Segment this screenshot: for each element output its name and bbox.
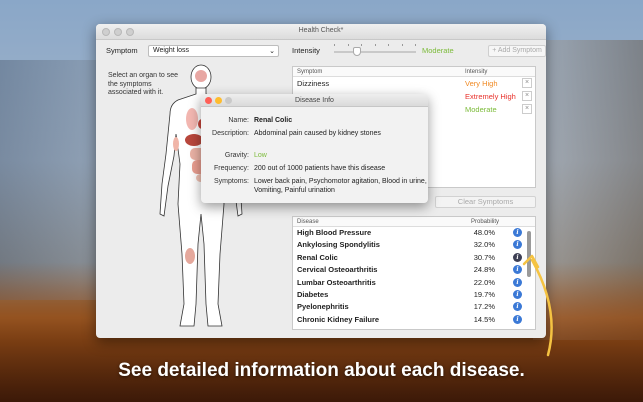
disease-probability: 22.0% bbox=[473, 277, 495, 287]
disease-info-titlebar: Disease Info bbox=[201, 94, 428, 107]
disease-info-title: Disease Info bbox=[295, 97, 334, 104]
description-label: Description: bbox=[212, 130, 249, 137]
disease-row[interactable]: Chronic Kidney Failure 14.5% i bbox=[293, 314, 535, 326]
diseases-table: Disease Probability High Blood Pressure 4… bbox=[292, 216, 536, 330]
frequency-label: Frequency: bbox=[213, 165, 249, 172]
caption-text: See detailed information about each dise… bbox=[118, 360, 525, 381]
disease-name: Pyelonephritis bbox=[297, 302, 349, 312]
symptoms-label: Symptoms: bbox=[213, 178, 249, 185]
intensity-value: Moderate bbox=[422, 46, 454, 55]
disease-row[interactable]: Lumbar Osteoarthritis 22.0% i bbox=[293, 277, 535, 289]
remove-symptom-button[interactable]: × bbox=[522, 104, 532, 114]
remove-symptom-button[interactable]: × bbox=[522, 91, 532, 101]
intensity-slider-ticks bbox=[334, 44, 416, 47]
symptom-column-header[interactable]: Symptom bbox=[297, 69, 322, 75]
disease-name: Lumbar Osteoarthritis bbox=[297, 277, 376, 287]
disease-name: Diabetes bbox=[297, 289, 329, 299]
disease-symptoms-line1: Lower back pain, Psychomotor agitation, … bbox=[254, 178, 427, 185]
disease-name: Renal Colic bbox=[254, 117, 293, 124]
probability-column-header[interactable]: Probability bbox=[471, 219, 499, 225]
symptom-intensity: Moderate bbox=[465, 105, 497, 114]
disease-name: Cervical Osteoarthritis bbox=[297, 265, 378, 275]
chevron-down-icon: ⌄ bbox=[269, 48, 275, 55]
disease-info-window: Disease Info Name: Renal Colic Descripti… bbox=[201, 94, 428, 203]
symptom-intensity: Extremely High bbox=[465, 92, 516, 101]
disease-probability: 30.7% bbox=[473, 252, 495, 262]
disease-name: Ankylosing Spondylitis bbox=[297, 240, 380, 250]
symptom-name: Dizziness bbox=[297, 79, 330, 88]
clear-symptoms-button[interactable]: Clear Symptoms bbox=[435, 196, 536, 208]
disease-frequency: 200 out of 1000 patients have this disea… bbox=[254, 165, 386, 172]
disease-probability: 14.5% bbox=[473, 314, 495, 324]
info-icon[interactable]: i bbox=[513, 240, 522, 250]
intensity-slider[interactable] bbox=[334, 47, 416, 56]
disease-symptoms-line2: Vomiting, Painful urination bbox=[254, 187, 335, 194]
disease-column-header[interactable]: Disease bbox=[297, 219, 319, 225]
disease-row[interactable]: Pyelonephritis 17.2% i bbox=[293, 301, 535, 313]
add-symptom-button[interactable]: + Add Symptom bbox=[488, 45, 546, 57]
toolbar: Symptom Weight loss ⌄ Intensity Moderate… bbox=[106, 44, 546, 59]
disease-probability: 24.8% bbox=[473, 265, 495, 275]
disease-name: Chronic Kidney Failure bbox=[297, 314, 380, 324]
name-label: Name: bbox=[228, 117, 249, 124]
intensity-slider-thumb[interactable] bbox=[352, 47, 361, 56]
disease-row[interactable]: Ankylosing Spondylitis 32.0% i bbox=[293, 239, 535, 251]
disease-name: Renal Colic bbox=[297, 252, 338, 262]
symptom-intensity: Very High bbox=[465, 79, 498, 88]
disease-row[interactable]: High Blood Pressure 48.0% i bbox=[293, 227, 535, 239]
disease-description: Abdominal pain caused by kidney stones bbox=[254, 130, 381, 137]
diseases-table-header: Disease Probability bbox=[293, 217, 535, 227]
window-title: Health Check* bbox=[298, 27, 344, 34]
annotation-arrow bbox=[522, 254, 553, 357]
disease-probability: 19.7% bbox=[473, 289, 495, 299]
symptom-label: Symptom bbox=[106, 46, 138, 55]
intensity-label: Intensity bbox=[292, 46, 320, 55]
disease-row[interactable]: Diabetes 19.7% i bbox=[293, 289, 535, 301]
gravity-label: Gravity: bbox=[224, 152, 249, 159]
remove-symptom-button[interactable]: × bbox=[522, 78, 532, 88]
intensity-column-header[interactable]: Intensity bbox=[465, 69, 487, 75]
disease-row[interactable]: Cervical Osteoarthritis 24.8% i bbox=[293, 264, 535, 276]
disease-probability: 32.0% bbox=[473, 240, 495, 250]
disease-probability: 17.2% bbox=[473, 302, 495, 312]
disease-row[interactable]: Renal Colic 30.7% i bbox=[293, 252, 535, 264]
disease-gravity: Low bbox=[254, 152, 267, 159]
window-titlebar: Health Check* bbox=[96, 24, 546, 40]
disease-name: High Blood Pressure bbox=[297, 228, 372, 237]
symptom-select-value: Weight loss bbox=[153, 47, 190, 54]
disease-probability: 48.0% bbox=[473, 228, 495, 237]
info-icon[interactable]: i bbox=[513, 228, 522, 237]
symptom-row[interactable]: Dizziness Very High × bbox=[293, 77, 535, 90]
symptom-select[interactable]: Weight loss ⌄ bbox=[148, 45, 279, 57]
symptoms-table-header: Symptom Intensity bbox=[293, 67, 535, 77]
